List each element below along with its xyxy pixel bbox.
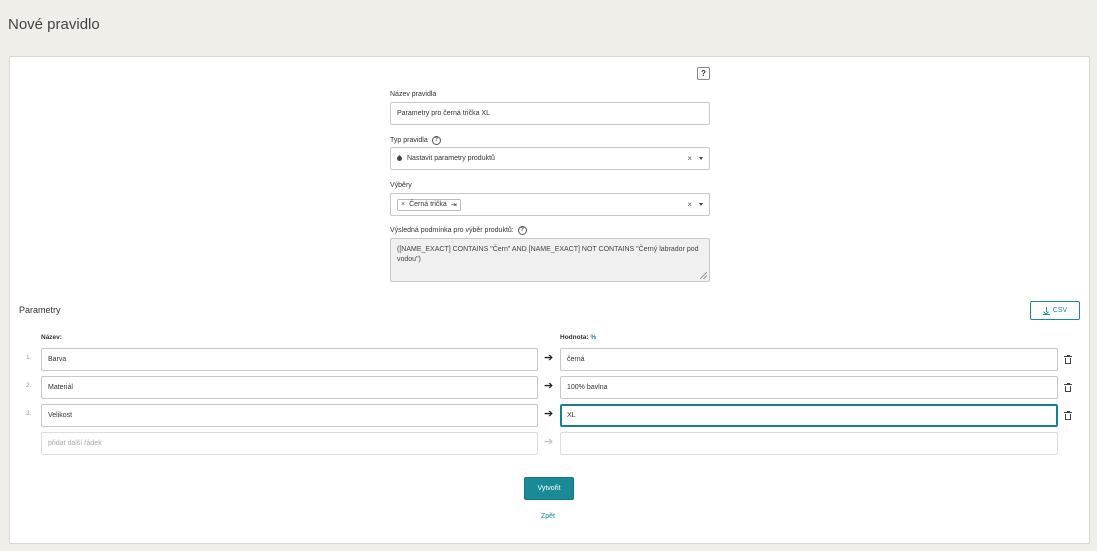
name-column-header: Název: — [41, 334, 62, 341]
selections-select[interactable]: × Černá trička ⇥ × — [390, 193, 710, 216]
remove-chip-icon[interactable]: × — [401, 201, 405, 208]
chevron-down-icon[interactable] — [699, 203, 703, 206]
rule-name-label: Název pravidla — [390, 91, 437, 98]
add-row-value-input[interactable] — [560, 432, 1058, 455]
csv-download-button[interactable]: CSV — [1030, 301, 1080, 320]
parameters-title: Parametry — [19, 305, 61, 315]
delete-row-icon[interactable] — [1064, 382, 1072, 392]
value-column-header: Hodnota:% — [560, 334, 597, 341]
arrow-right-icon: ➔ — [544, 352, 554, 364]
tag-icon — [395, 154, 404, 163]
open-link-icon[interactable]: ⇥ — [451, 201, 457, 209]
download-icon — [1042, 306, 1050, 315]
parameter-value-input[interactable]: XL — [560, 404, 1058, 427]
arrow-right-icon: ➔ — [544, 436, 554, 448]
question-icon[interactable]: ? — [517, 226, 527, 235]
clear-icon[interactable]: × — [687, 200, 692, 209]
parameter-value-input[interactable]: 100% bavlna — [560, 376, 1058, 399]
chevron-down-icon[interactable] — [699, 157, 703, 160]
condition-textarea[interactable]: ([NAME_EXACT] CONTAINS "Čern" AND [NAME_… — [390, 238, 710, 282]
delete-row-icon[interactable] — [1064, 410, 1072, 420]
arrow-right-icon: ➔ — [544, 408, 554, 420]
rule-type-select[interactable]: Nastavit parametry produktů × — [390, 147, 710, 170]
row-number: 3. — [26, 410, 32, 417]
percent-icon[interactable]: % — [591, 334, 597, 341]
parameter-name-input[interactable]: Barva — [41, 348, 538, 371]
row-number: 1. — [26, 354, 32, 361]
condition-label: Výsledná podmínka pro výběr produktů: ? — [390, 226, 527, 235]
page-title: Nové pravidlo — [8, 16, 100, 33]
rule-type-label: Typ pravidla ? — [390, 136, 441, 145]
arrow-right-icon: ➔ — [544, 380, 554, 392]
parameter-value-input[interactable]: černá — [560, 348, 1058, 371]
add-row-name-input[interactable]: přidat další řádek — [41, 432, 538, 455]
row-number: 2. — [26, 382, 32, 389]
question-icon[interactable]: ? — [431, 136, 441, 145]
resize-handle-icon[interactable] — [700, 272, 707, 279]
help-button[interactable]: ? — [697, 67, 710, 80]
parameter-name-input[interactable]: Velikost — [41, 404, 538, 427]
rule-name-input[interactable]: Parametry pro černá trička XL — [390, 102, 710, 125]
create-button[interactable]: Vytvořit — [524, 477, 574, 500]
rule-form-card: ? Název pravidla Parametry pro černá tri… — [9, 56, 1090, 544]
back-link[interactable]: Zpět — [541, 513, 555, 520]
parameter-name-input[interactable]: Materiál — [41, 376, 538, 399]
clear-icon[interactable]: × — [687, 154, 692, 163]
selections-label: Výběry — [390, 182, 412, 189]
selection-chip[interactable]: × Černá trička ⇥ — [397, 198, 461, 211]
delete-row-icon[interactable] — [1064, 354, 1072, 364]
